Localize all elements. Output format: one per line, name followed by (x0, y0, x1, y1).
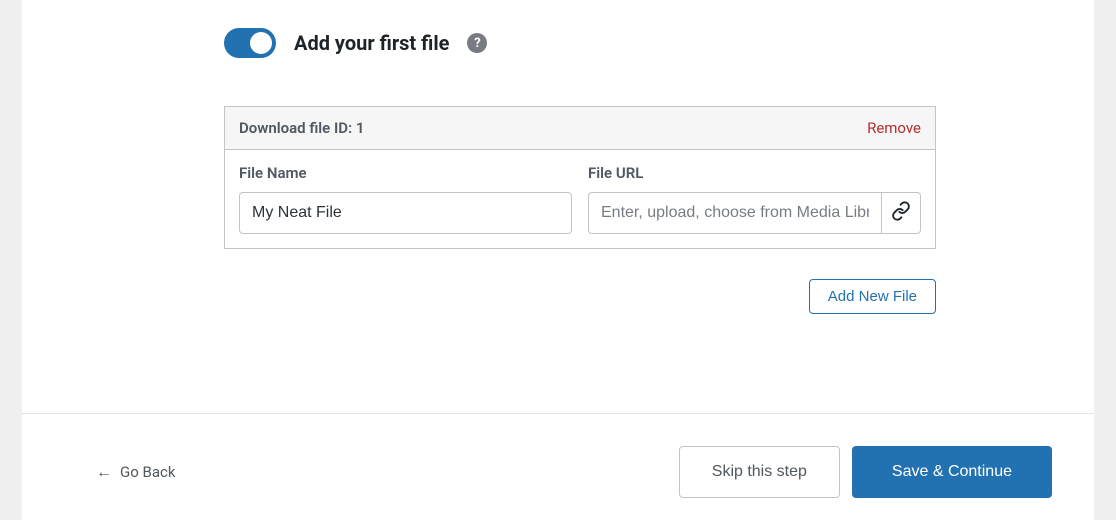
file-entry-body: File Name File URL (225, 150, 935, 248)
file-url-row (588, 192, 921, 234)
file-url-column: File URL (588, 164, 921, 234)
go-back-button[interactable]: ← Go Back (96, 462, 175, 482)
skip-button[interactable]: Skip this step (679, 446, 840, 498)
file-id-label: Download file ID: 1 (239, 119, 364, 137)
remove-link[interactable]: Remove (867, 119, 921, 137)
main-panel: Add your first file ? Download file ID: … (22, 0, 1094, 520)
save-continue-button[interactable]: Save & Continue (852, 446, 1052, 498)
add-new-file-button[interactable]: Add New File (809, 279, 936, 314)
enable-toggle[interactable] (224, 28, 276, 58)
footer: ← Go Back Skip this step Save & Continue (22, 413, 1094, 520)
section-header: Add your first file ? (224, 28, 1094, 58)
go-back-label: Go Back (120, 463, 175, 481)
footer-actions: Skip this step Save & Continue (679, 446, 1052, 498)
help-icon[interactable]: ? (467, 33, 487, 53)
content-area: Add your first file ? Download file ID: … (22, 0, 1094, 314)
file-url-input[interactable] (588, 192, 881, 234)
link-icon (891, 201, 911, 225)
section-title: Add your first file (294, 31, 449, 55)
file-name-input[interactable] (239, 192, 572, 234)
file-name-label: File Name (239, 164, 572, 182)
arrow-left-icon: ← (96, 462, 112, 482)
media-library-button[interactable] (881, 192, 921, 234)
file-name-column: File Name (239, 164, 572, 234)
file-entry-header: Download file ID: 1 Remove (225, 107, 935, 150)
file-url-label: File URL (588, 164, 921, 182)
file-entry-box: Download file ID: 1 Remove File Name Fil… (224, 106, 936, 249)
add-file-row: Add New File (224, 279, 936, 314)
